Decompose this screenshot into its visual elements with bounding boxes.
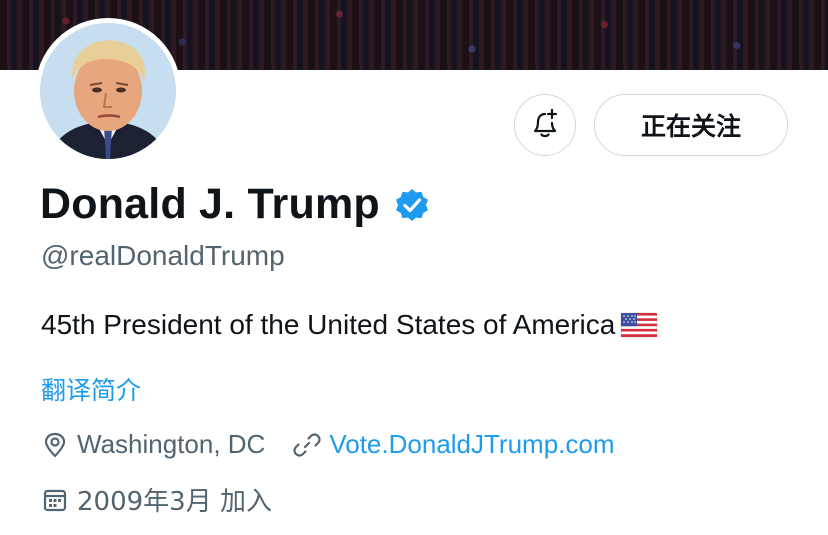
bio-text: 45th President of the United States of A… [41, 309, 616, 340]
avatar[interactable] [35, 18, 181, 164]
user-handle: @realDonaldTrump [41, 240, 285, 271]
joined-row: 2009年3月 加入 [41, 481, 272, 518]
avatar-image [40, 23, 176, 159]
link-icon [293, 431, 321, 459]
website-link[interactable]: Vote.DonaldJTrump.com [329, 429, 614, 460]
us-flag-icon [620, 312, 658, 338]
location-pin-icon [41, 431, 69, 459]
calendar-icon [41, 486, 69, 514]
name-row: Donald J. Trump [40, 180, 430, 229]
verified-badge-icon[interactable] [394, 187, 430, 223]
location-text: Washington, DC [77, 429, 266, 459]
translate-bio-link[interactable]: 翻译简介 [41, 371, 141, 407]
notifications-button[interactable] [514, 94, 576, 156]
profile-meta-row: Washington, DC Vote.DonaldJTrump.com [41, 429, 615, 460]
bell-plus-icon [528, 106, 562, 145]
following-button[interactable]: 正在关注 [594, 94, 788, 156]
bio: 45th President of the United States of A… [41, 309, 658, 341]
display-name: Donald J. Trump [40, 180, 380, 228]
joined-date: 2009年3月 加入 [77, 487, 272, 517]
